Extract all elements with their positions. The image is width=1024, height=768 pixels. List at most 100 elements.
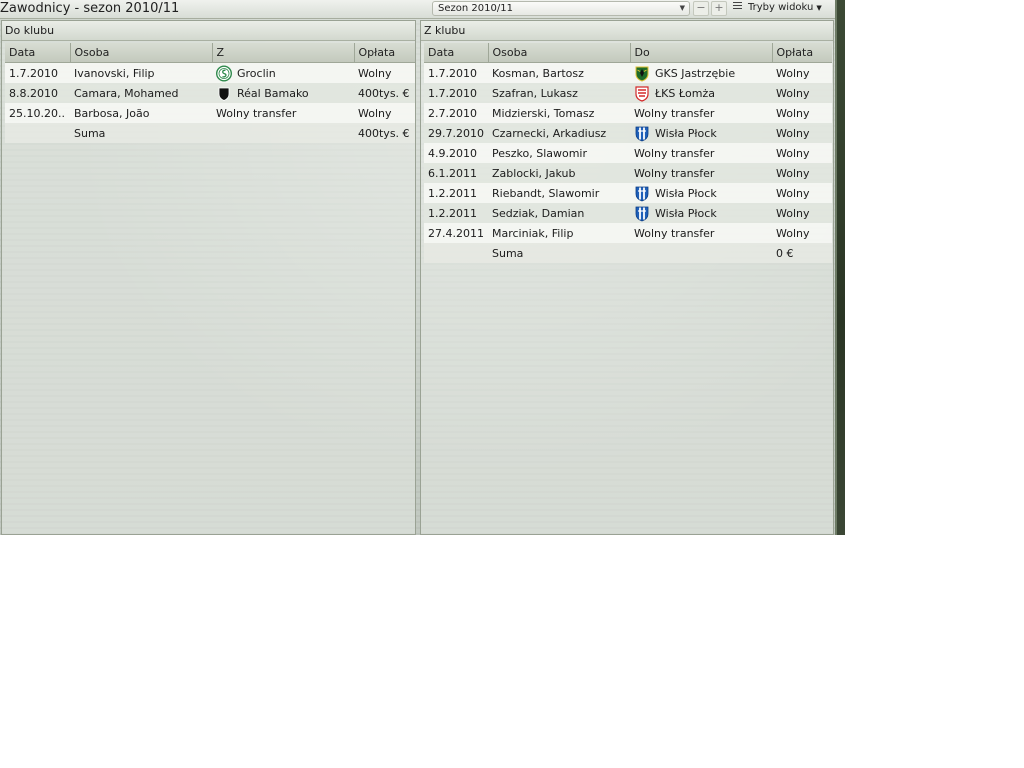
player-name[interactable]: Czarnecki, Arkadiusz (488, 123, 630, 143)
player-name[interactable]: Riebandt, Slawomir (488, 183, 630, 203)
transfer-fee: 400tys. € (354, 83, 415, 103)
page-title: Zawodnicy - sezon 2010/11 (0, 1, 180, 16)
transfer-fee: Wolny (354, 103, 415, 123)
club-name: Wolny transfer (212, 103, 354, 123)
club-cell: Wisła Płock (630, 183, 772, 203)
transfer-fee: Wolny (772, 223, 832, 243)
next-season-button[interactable]: + (711, 1, 727, 16)
club-name: Wolny transfer (630, 143, 772, 163)
transfer-fee: Wolny (772, 203, 832, 223)
club-cell: Groclin (212, 62, 354, 83)
wisla-plock-crest-icon (634, 205, 650, 222)
transfer-fee: Wolny (772, 183, 832, 203)
table-row[interactable]: 1.2.2011 Riebandt, Slawomir Wisła Płock … (424, 183, 832, 203)
app-window: Zawodnicy - sezon 2010/11 Sezon 2010/11 … (0, 0, 845, 535)
club-name: Wolny transfer (630, 103, 772, 123)
list-view-icon (733, 1, 742, 11)
wisla-plock-crest-icon (634, 125, 650, 142)
player-name[interactable]: Kosman, Bartosz (488, 62, 630, 83)
player-name[interactable]: Sedziak, Damian (488, 203, 630, 223)
club-cell: ŁKS Łomża (630, 83, 772, 103)
table-row[interactable]: 2.7.2010 Midzierski, Tomasz Wolny transf… (424, 103, 832, 123)
gks-jastrzebie-crest-icon (634, 65, 650, 82)
player-name[interactable]: Camara, Mohamed (70, 83, 212, 103)
real-bamako-crest-icon (216, 85, 232, 102)
table-row[interactable]: 27.4.2011 Marciniak, Filip Wolny transfe… (424, 223, 832, 243)
table-row[interactable]: 1.2.2011 Sedziak, Damian Wisła Płock Wol… (424, 203, 832, 223)
groclin-crest-icon (216, 65, 232, 82)
table-row[interactable]: 1.7.2010 Szafran, Lukasz ŁKS Łomża Wolny (424, 83, 832, 103)
sum-row: Suma 0 € (424, 243, 832, 263)
club-name: Wolny transfer (630, 223, 772, 243)
club-name[interactable]: Wisła Płock (655, 207, 717, 220)
table-row[interactable]: 6.1.2011 Zablocki, Jakub Wolny transfer … (424, 163, 832, 183)
club-cell: Réal Bamako (212, 83, 354, 103)
club-name[interactable]: Wisła Płock (655, 127, 717, 140)
column-header-fee[interactable]: Opłata (353, 43, 415, 63)
sum-value: 400tys. € (354, 123, 415, 143)
transfer-date: 25.10.20.. (5, 103, 70, 123)
transfers-out-panel: Z klubu Data Osoba Do Opłata 1.7.2010 Ko… (420, 20, 834, 535)
chevron-down-icon: ▼ (679, 4, 685, 12)
player-name[interactable]: Ivanovski, Filip (70, 62, 212, 83)
column-header-date[interactable]: Data (5, 43, 70, 63)
club-name[interactable]: GKS Jastrzębie (655, 67, 735, 80)
column-header-person[interactable]: Osoba (69, 43, 212, 63)
club-name[interactable]: Réal Bamako (237, 87, 309, 100)
table-row[interactable]: 1.7.2010 Ivanovski, Filip Groclin Wolny (5, 62, 415, 83)
club-name: Wolny transfer (630, 163, 772, 183)
lks-lomza-crest-icon (634, 85, 650, 102)
sum-label: Suma (70, 123, 212, 143)
column-header-date[interactable]: Data (424, 43, 488, 63)
season-select[interactable]: Sezon 2010/11 ▼ (432, 1, 690, 16)
transfers-in-title: Do klubu (2, 21, 415, 41)
previous-season-button[interactable]: − (693, 1, 709, 16)
column-header-fee[interactable]: Opłata (771, 43, 832, 63)
club-name[interactable]: ŁKS Łomża (655, 87, 715, 100)
transfers-in-table: Data Osoba Z Opłata 1.7.2010 Ivanovski, … (5, 43, 415, 143)
transfer-date: 27.4.2011 (424, 223, 488, 243)
transfers-out-title: Z klubu (421, 21, 833, 41)
column-header-to[interactable]: Do (629, 43, 772, 63)
view-modes-button[interactable]: Tryby widoku ▼ (729, 0, 822, 17)
table-header-row: Data Osoba Do Opłata (424, 43, 832, 63)
transfer-date: 1.2.2011 (424, 203, 488, 223)
table-row[interactable]: 8.8.2010 Camara, Mohamed Réal Bamako 400… (5, 83, 415, 103)
transfer-fee: Wolny (772, 163, 832, 183)
transfer-date: 1.2.2011 (424, 183, 488, 203)
transfer-date: 1.7.2010 (5, 62, 70, 83)
column-header-from[interactable]: Z (211, 43, 354, 63)
player-name[interactable]: Marciniak, Filip (488, 223, 630, 243)
player-name[interactable]: Zablocki, Jakub (488, 163, 630, 183)
table-row[interactable]: 25.10.20.. Barbosa, João Wolny transfer … (5, 103, 415, 123)
player-name[interactable]: Szafran, Lukasz (488, 83, 630, 103)
table-row[interactable]: 1.7.2010 Kosman, Bartosz GKS Jastrzębie … (424, 62, 832, 83)
transfer-fee: Wolny (354, 62, 415, 83)
club-name[interactable]: Groclin (237, 67, 276, 80)
transfer-date: 4.9.2010 (424, 143, 488, 163)
player-name[interactable]: Peszko, Slawomir (488, 143, 630, 163)
table-header-row: Data Osoba Z Opłata (5, 43, 415, 63)
sum-spacer (630, 243, 772, 263)
sum-value: 0 € (772, 243, 832, 263)
title-bar: Zawodnicy - sezon 2010/11 Sezon 2010/11 … (0, 0, 835, 19)
club-name[interactable]: Wisła Płock (655, 187, 717, 200)
player-name[interactable]: Barbosa, João (70, 103, 212, 123)
transfers-out-table: Data Osoba Do Opłata 1.7.2010 Kosman, Ba… (424, 43, 832, 263)
club-cell: Wisła Płock (630, 203, 772, 223)
transfer-date: 6.1.2011 (424, 163, 488, 183)
transfer-date: 2.7.2010 (424, 103, 488, 123)
table-row[interactable]: 4.9.2010 Peszko, Slawomir Wolny transfer… (424, 143, 832, 163)
transfer-fee: Wolny (772, 103, 832, 123)
table-row[interactable]: 29.7.2010 Czarnecki, Arkadiusz Wisła Pło… (424, 123, 832, 143)
sum-spacer (5, 123, 70, 143)
season-select-value: Sezon 2010/11 (438, 3, 513, 14)
transfer-date: 8.8.2010 (5, 83, 70, 103)
transfer-date: 29.7.2010 (424, 123, 488, 143)
club-cell: Wisła Płock (630, 123, 772, 143)
club-cell: GKS Jastrzębie (630, 62, 772, 83)
transfer-fee: Wolny (772, 123, 832, 143)
player-name[interactable]: Midzierski, Tomasz (488, 103, 630, 123)
transfer-fee: Wolny (772, 143, 832, 163)
column-header-person[interactable]: Osoba (487, 43, 630, 63)
